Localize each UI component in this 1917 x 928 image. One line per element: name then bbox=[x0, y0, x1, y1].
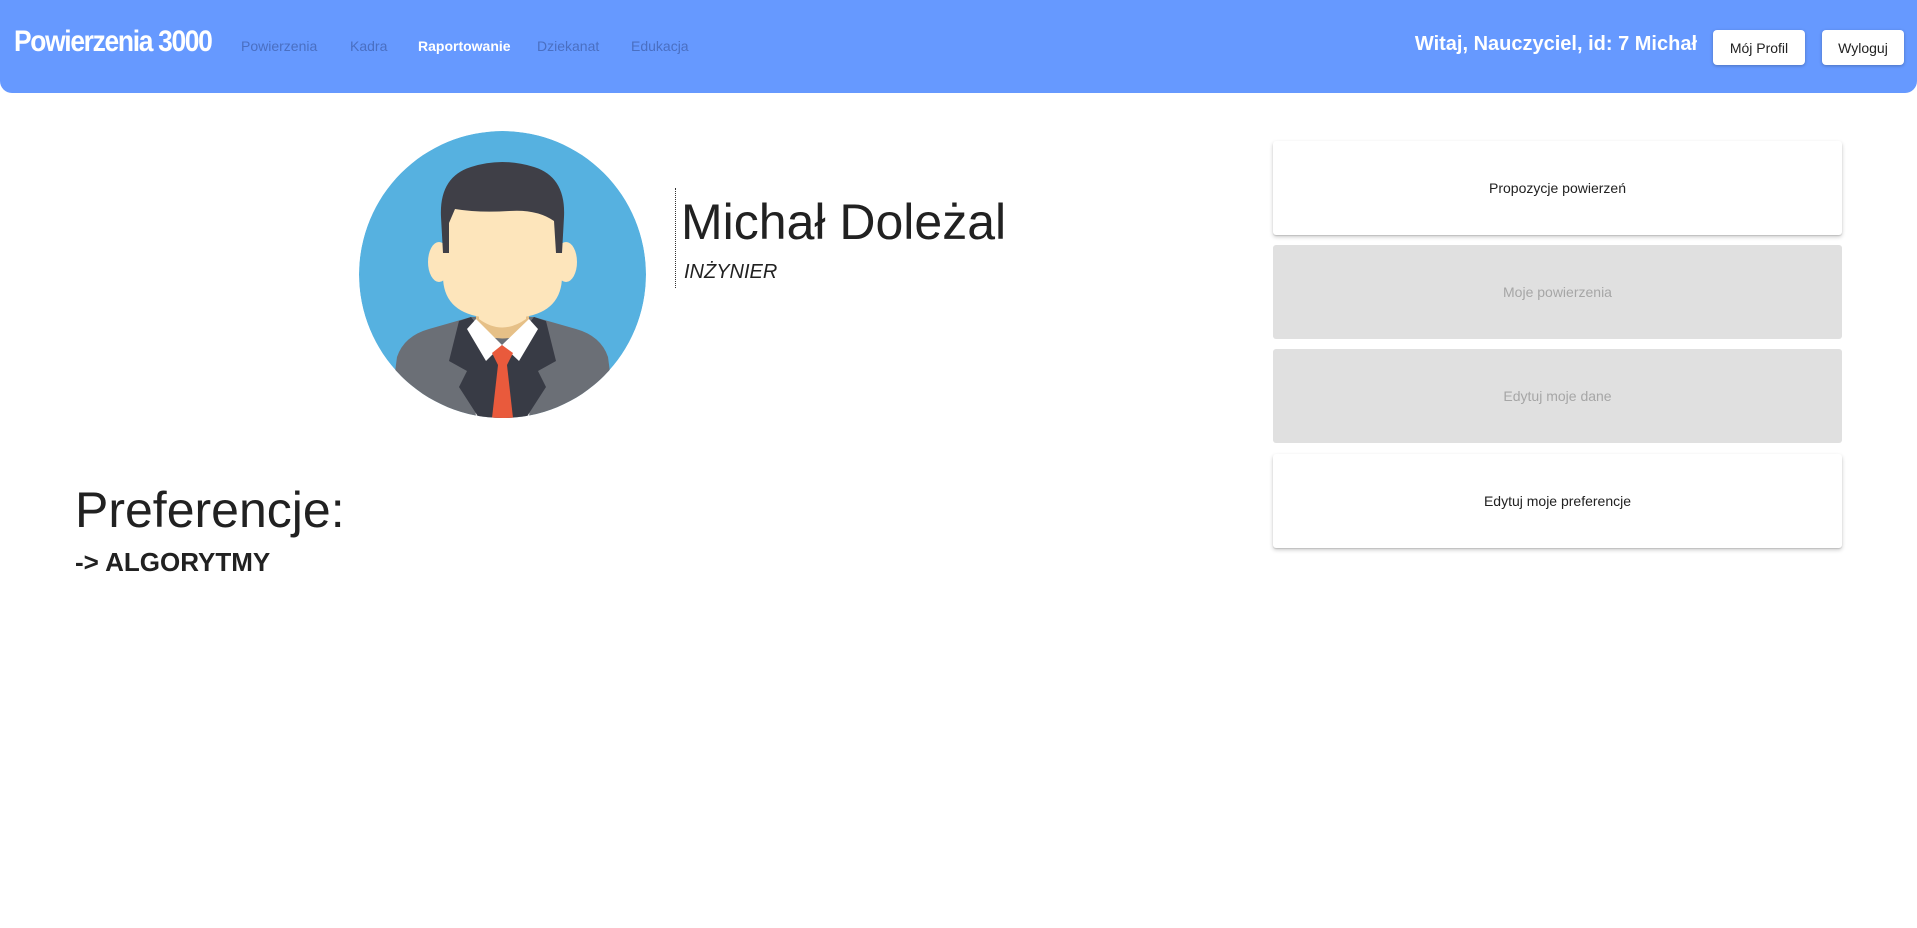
preference-item: -> ALGORYTMY bbox=[75, 547, 271, 577]
nav-link-powierzenia[interactable]: Powierzenia bbox=[241, 38, 317, 54]
card-assignment-proposals[interactable]: Propozycje powierzeń bbox=[1273, 141, 1842, 235]
name-divider bbox=[675, 188, 676, 288]
brand-logo[interactable]: Powierzenia 3000 bbox=[14, 25, 213, 59]
nav-link-raportowanie[interactable]: Raportowanie bbox=[418, 38, 511, 54]
my-profile-button[interactable]: Mój Profil bbox=[1713, 30, 1805, 65]
logout-button[interactable]: Wyloguj bbox=[1822, 30, 1904, 65]
nav-link-edukacja[interactable]: Edukacja bbox=[631, 38, 689, 54]
card-edit-my-preferences[interactable]: Edytuj moje preferencje bbox=[1273, 454, 1842, 548]
person-title: INŻYNIER bbox=[684, 261, 778, 283]
preferences-heading: Preferencje: bbox=[75, 482, 345, 538]
card-edit-my-data: Edytuj moje dane bbox=[1273, 349, 1842, 443]
card-my-assignments: Moje powierzenia bbox=[1273, 245, 1842, 339]
top-navbar: Powierzenia 3000 Powierzenia Kadra Rapor… bbox=[0, 0, 1917, 93]
person-name: Michał Doleżal bbox=[681, 194, 1007, 250]
user-greeting: Witaj, Nauczyciel, id: 7 Michał bbox=[1414, 33, 1697, 55]
person-avatar-icon bbox=[359, 131, 646, 418]
nav-link-kadra[interactable]: Kadra bbox=[350, 38, 387, 54]
nav-link-dziekanat[interactable]: Dziekanat bbox=[537, 38, 599, 54]
